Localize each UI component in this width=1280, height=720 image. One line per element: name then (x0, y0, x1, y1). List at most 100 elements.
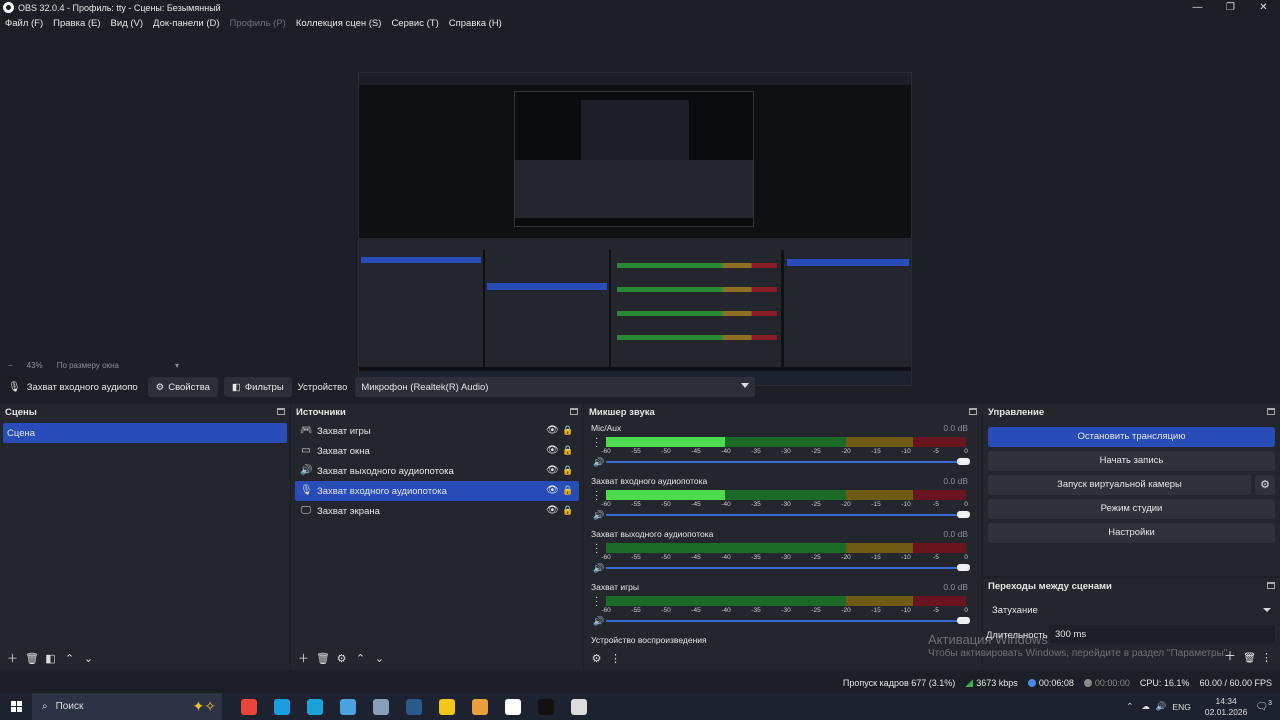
volume-slider-handle[interactable] (957, 617, 970, 624)
device-select[interactable]: Микрофон (Realtek(R) Audio) (355, 377, 756, 397)
virtual-camera-button[interactable]: Запуск виртуальной камеры (988, 475, 1251, 495)
virtual-camera-settings-button[interactable]: ⚙ (1255, 475, 1275, 495)
app-icon-button[interactable] (298, 693, 331, 720)
more-options-icon[interactable]: · · · (595, 487, 598, 505)
advanced-audio-icon[interactable]: ⚙ (590, 653, 603, 666)
duration-input[interactable]: 300 ms (1049, 625, 1275, 643)
stop-stream-button[interactable]: Остановить трансляцию (988, 427, 1275, 447)
speaker-mute-icon[interactable]: 🔊 (593, 457, 604, 468)
scene-item[interactable]: Сцена (3, 423, 287, 443)
undock-icon[interactable] (969, 408, 977, 415)
speaker-mute-icon[interactable]: 🔊 (593, 510, 604, 521)
close-button[interactable]: ✕ (1247, 0, 1280, 15)
volume-slider[interactable] (606, 620, 966, 622)
volume-slider-handle[interactable] (957, 511, 970, 518)
more-options-icon[interactable]: ⋮ (1261, 651, 1272, 664)
settings-button[interactable]: Настройки (988, 523, 1275, 543)
visibility-eye-icon[interactable]: 👁 (546, 465, 559, 476)
nested-meter-4 (617, 335, 777, 340)
move-down-icon[interactable]: ⌄ (373, 653, 386, 666)
edge-icon-button[interactable] (265, 693, 298, 720)
clock[interactable]: 14:34 02.01.2026 (1205, 696, 1248, 718)
visibility-eye-icon[interactable]: 👁 (546, 425, 559, 436)
hl-icon-button[interactable] (496, 693, 529, 720)
tiktok-icon-button[interactable] (529, 693, 562, 720)
menu-item[interactable]: Коллекция сцен (S) (296, 18, 382, 29)
lang-indicator[interactable]: ENG (1172, 702, 1190, 712)
gear-icon[interactable]: ⚙ (335, 653, 348, 666)
menu-item[interactable]: Док-панели (D) (153, 18, 219, 29)
volume-meter (606, 543, 966, 553)
properties-button[interactable]: ⚙ Свойства (147, 377, 218, 397)
speaker-mute-icon[interactable]: 🔊 (593, 616, 604, 627)
start-record-button[interactable]: Начать запись (988, 451, 1275, 471)
network-icon[interactable]: ☁ (1141, 701, 1150, 712)
undock-icon[interactable] (570, 408, 578, 415)
undock-icon[interactable] (1267, 582, 1275, 589)
trash-icon[interactable]: 🗑 (316, 653, 330, 666)
volume-slider-handle[interactable] (957, 564, 970, 571)
trash-icon[interactable]: 🗑 (1243, 653, 1256, 664)
menu-item[interactable]: Профиль (P) (230, 18, 286, 29)
app-icon-3-button[interactable] (364, 693, 397, 720)
volume-slider[interactable] (606, 461, 966, 463)
add-icon[interactable]: ＋ (6, 653, 19, 666)
taskbar-search[interactable]: ⌕ Поиск ✦✧ (32, 693, 222, 720)
preview-canvas[interactable] (358, 72, 912, 386)
volume-icon[interactable]: 🔊 (1156, 701, 1167, 712)
source-item[interactable]: 🎮 Захват игры 👁 🔒 (295, 421, 579, 441)
source-item[interactable]: ▭ Захват окна 👁 🔒 (295, 441, 579, 461)
filter-icon[interactable]: ◧ (44, 653, 57, 666)
menu-item[interactable]: Сервис (T) (391, 18, 438, 29)
more-options-icon[interactable]: · · · (595, 593, 598, 611)
menu-item[interactable]: Справка (H) (449, 18, 502, 29)
lock-icon[interactable]: 🔒 (562, 465, 573, 476)
trash-icon[interactable]: 🗑 (25, 653, 39, 666)
visibility-eye-icon[interactable]: 👁 (546, 505, 559, 516)
maximize-button[interactable]: ❐ (1214, 0, 1247, 15)
lock-icon[interactable]: 🔒 (562, 485, 573, 496)
visibility-eye-icon[interactable]: 👁 (546, 445, 559, 456)
undock-icon[interactable] (1267, 408, 1275, 415)
lock-icon[interactable]: 🔒 (562, 505, 573, 516)
zoom-out-button[interactable]: − (8, 361, 13, 370)
lock-icon[interactable]: 🔒 (562, 425, 573, 436)
notifications-icon[interactable]: 🗨3 (1255, 700, 1272, 712)
chevron-down-icon[interactable]: ▾ (175, 361, 179, 370)
app-icon-3 (372, 698, 389, 715)
more-options-icon[interactable]: · · · (595, 434, 598, 452)
obs-icon-button[interactable] (562, 693, 595, 720)
volume-slider-handle[interactable] (957, 458, 970, 465)
app-icon-4-button[interactable] (430, 693, 463, 720)
speaker-mute-icon[interactable]: 🔊 (593, 563, 604, 574)
source-item[interactable]: 🔊 Захват выходного аудиопотока 👁 🔒 (295, 461, 579, 481)
chevron-up-icon[interactable]: ⌃ (1126, 701, 1133, 712)
move-up-icon[interactable]: ⌃ (354, 653, 367, 666)
undock-icon[interactable] (277, 408, 285, 415)
volume-slider[interactable] (606, 514, 966, 516)
volume-slider[interactable] (606, 567, 966, 569)
studio-mode-button[interactable]: Режим студии (988, 499, 1275, 519)
transition-type-select[interactable]: Затухание (988, 601, 1275, 619)
minimize-button[interactable]: — (1181, 0, 1214, 15)
steam-icon-button[interactable] (397, 693, 430, 720)
menu-item[interactable]: Правка (E) (53, 18, 100, 29)
source-item[interactable]: 🎙 Захват входного аудиопотока 👁 🔒 (295, 481, 579, 501)
more-options-icon[interactable]: · · · (595, 540, 598, 558)
move-down-icon[interactable]: ⌄ (82, 653, 95, 666)
start-button[interactable] (0, 693, 32, 720)
menu-item[interactable]: Файл (F) (5, 18, 43, 29)
more-options-icon[interactable]: ⋮ (609, 653, 622, 666)
store-icon-button[interactable] (463, 693, 496, 720)
filters-button[interactable]: ◧ Фильтры (223, 377, 292, 397)
source-item[interactable]: 🖵 Захват экрана 👁 🔒 (295, 501, 579, 521)
menu-item[interactable]: Вид (V) (111, 18, 144, 29)
zoom-fit-select[interactable]: По размеру окна (57, 361, 119, 370)
app-icon-2-button[interactable] (331, 693, 364, 720)
lock-icon[interactable]: 🔒 (562, 445, 573, 456)
visibility-eye-icon[interactable]: 👁 (546, 485, 559, 496)
cloud-app-icon-button[interactable] (232, 693, 265, 720)
move-up-icon[interactable]: ⌃ (63, 653, 76, 666)
scene-list: Сцена (0, 423, 290, 443)
add-icon[interactable]: ＋ (297, 653, 310, 666)
